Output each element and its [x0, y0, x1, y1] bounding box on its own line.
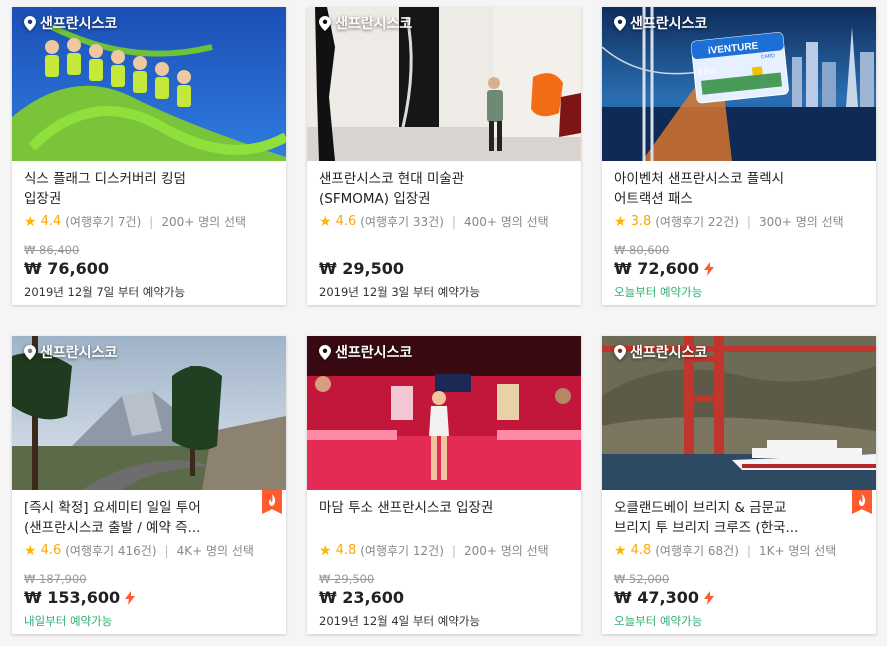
rating-row: ★ 4.8 (여행후기 12건) | 200+ 명의 선택 [307, 538, 581, 559]
rating-score: 3.8 [630, 214, 652, 229]
divider: | [149, 214, 154, 229]
rating-row: ★ 4.6 (여행후기 416건) | 4K+ 명의 선택 [12, 538, 286, 559]
product-card[interactable]: iVENTURE CARD Flexi 샌프란시스코 아이벤처 샌프란시스코 플… [602, 7, 876, 305]
rating-row: ★ 4.8 (여행후기 68건) | 1K+ 명의 선택 [602, 538, 876, 559]
product-card[interactable]: 샌프란시스코 오클랜드베이 브리지 & 금문교 브리지 투 브리지 크루즈 (한국… [602, 336, 876, 634]
product-image[interactable]: 샌프란시스코 [12, 336, 286, 490]
divider: | [746, 543, 751, 558]
divider: | [746, 214, 751, 229]
map-pin-icon [319, 344, 331, 360]
original-price: ₩ 52,000 [614, 572, 670, 586]
popularity: 1K+ 명의 선택 [758, 544, 837, 558]
product-card[interactable]: 샌프란시스코 식스 플래그 디스커버리 킹덤 입장권 ★ 4.4 (여행후기 7건… [12, 7, 286, 305]
review-count: (여행후기 7건) [65, 215, 142, 229]
rating-score: 4.8 [630, 543, 652, 558]
product-card[interactable]: 샌프란시스코 샌프란시스코 현대 미술관 (SFMOMA) 입장권 ★ 4.6 (… [307, 7, 581, 305]
price: ₩ 153,600 [24, 588, 136, 607]
product-card[interactable]: 샌프란시스코 [즉시 확정] 요세미티 일일 투어 (샌프란시스코 출발 / 예약… [12, 336, 286, 634]
product-title[interactable]: 오클랜드베이 브리지 & 금문교 브리지 투 브리지 크루즈 (한국... [602, 490, 876, 538]
divider: | [164, 543, 169, 558]
price: ₩ 47,300 [614, 588, 714, 607]
rating-score: 4.4 [40, 214, 62, 229]
rating-row: ★ 4.4 (여행후기 7건) | 200+ 명의 선택 [12, 209, 286, 230]
product-image[interactable]: 샌프란시스코 [12, 7, 286, 161]
star-icon: ★ [614, 542, 627, 559]
divider: | [451, 543, 456, 558]
price: ₩ 72,600 [614, 259, 714, 278]
star-icon: ★ [24, 542, 37, 559]
popularity: 200+ 명의 선택 [463, 544, 549, 558]
rating-score: 4.8 [335, 543, 357, 558]
original-price: ₩ 80,600 [614, 243, 670, 257]
availability: 2019년 12월 3일 부터 예약가능 [319, 285, 481, 299]
lightning-icon [703, 590, 714, 605]
star-icon: ★ [319, 213, 332, 230]
price: ₩ 29,500 [319, 259, 404, 278]
map-pin-icon [319, 15, 331, 31]
location-label: 샌프란시스코 [319, 13, 412, 33]
map-pin-icon [24, 15, 36, 31]
lightning-icon [125, 590, 136, 605]
flexi-text: Flexi [698, 65, 719, 77]
popularity: 4K+ 명의 선택 [176, 544, 254, 558]
location-label: 샌프란시스코 [614, 342, 707, 362]
availability: 내일부터 예약가능 [24, 614, 113, 628]
popularity: 300+ 명의 선택 [758, 215, 844, 229]
price: ₩ 76,600 [24, 259, 109, 278]
availability: 오늘부터 예약가능 [614, 614, 703, 628]
rating-row: ★ 4.6 (여행후기 33건) | 400+ 명의 선택 [307, 209, 581, 230]
location-label: 샌프란시스코 [24, 342, 117, 362]
product-image[interactable]: 샌프란시스코 [307, 7, 581, 161]
review-count: (여행후기 22건) [655, 215, 739, 229]
review-count: (여행후기 68건) [655, 544, 739, 558]
product-title[interactable]: 식스 플래그 디스커버리 킹덤 입장권 [12, 161, 286, 209]
map-pin-icon [614, 344, 626, 360]
rating-score: 4.6 [40, 543, 62, 558]
rating-row: ★ 3.8 (여행후기 22건) | 300+ 명의 선택 [602, 209, 876, 230]
original-price: ₩ 86,400 [24, 243, 80, 257]
flame-icon [859, 494, 866, 506]
product-card[interactable]: 샌프란시스코 마담 투소 샌프란시스코 입장권 ★ 4.8 (여행후기 12건)… [307, 336, 581, 634]
review-count: (여행후기 12건) [360, 544, 444, 558]
divider: | [451, 214, 456, 229]
location-label: 샌프란시스코 [319, 342, 412, 362]
availability: 2019년 12월 7일 부터 예약가능 [24, 285, 186, 299]
map-pin-icon [24, 344, 36, 360]
product-title[interactable]: 아이벤처 샌프란시스코 플렉시 어트랙션 패스 [602, 161, 876, 209]
popularity: 400+ 명의 선택 [463, 215, 549, 229]
product-title[interactable]: 마담 투소 샌프란시스코 입장권 [307, 490, 581, 538]
lightning-icon [703, 261, 714, 276]
flame-icon [269, 494, 276, 506]
map-pin-icon [614, 15, 626, 31]
product-image[interactable]: 샌프란시스코 [602, 336, 876, 490]
location-label: 샌프란시스코 [614, 13, 707, 33]
rating-score: 4.6 [335, 214, 357, 229]
review-count: (여행후기 416건) [65, 544, 157, 558]
availability: 오늘부터 예약가능 [614, 285, 703, 299]
product-title[interactable]: 샌프란시스코 현대 미술관 (SFMOMA) 입장권 [307, 161, 581, 209]
location-label: 샌프란시스코 [24, 13, 117, 33]
popularity: 200+ 명의 선택 [161, 215, 247, 229]
star-icon: ★ [24, 213, 37, 230]
price: ₩ 23,600 [319, 588, 404, 607]
original-price: ₩ 187,900 [24, 572, 87, 586]
availability: 2019년 12월 4일 부터 예약가능 [319, 614, 481, 628]
star-icon: ★ [319, 542, 332, 559]
product-title[interactable]: [즉시 확정] 요세미티 일일 투어 (샌프란시스코 출발 / 예약 즉... [12, 490, 286, 538]
star-icon: ★ [614, 213, 627, 230]
review-count: (여행후기 33건) [360, 215, 444, 229]
product-image[interactable]: iVENTURE CARD Flexi 샌프란시스코 [602, 7, 876, 161]
original-price: ₩ 29,500 [319, 572, 375, 586]
product-image[interactable]: 샌프란시스코 [307, 336, 581, 490]
